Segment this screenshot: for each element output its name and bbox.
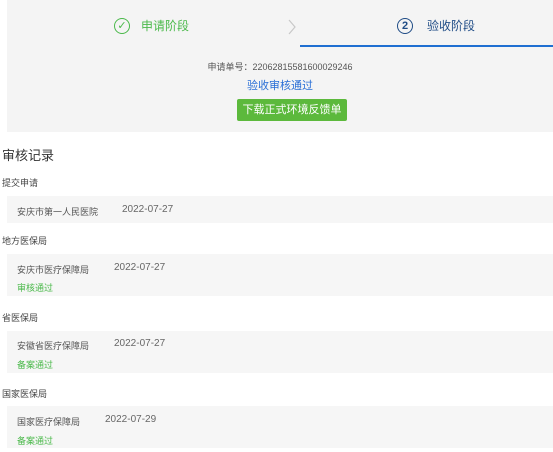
record-result: 审核通过 — [17, 283, 54, 293]
record-org: 安庆市第一人民医院 — [17, 207, 99, 217]
step-acceptance: 2 验收阶段 — [300, 8, 553, 47]
stage-heading: 提交申请 — [2, 178, 39, 188]
step-apply: ✓ 申请阶段 — [17, 8, 292, 47]
step-acceptance-label: 验收阶段 — [427, 19, 476, 33]
chevron-right-icon — [288, 19, 296, 35]
record-card: 安庆市医疗保障局 2022-07-27 审核通过 — [7, 254, 553, 296]
download-feedback-button[interactable]: 下载正式环境反馈单 — [237, 99, 347, 121]
record-card: 安庆市第一人民医院 2022-07-27 — [7, 196, 553, 223]
record-result: 备案通过 — [17, 360, 54, 370]
record-result: 备案通过 — [17, 436, 54, 446]
stage-heading: 国家医保局 — [2, 389, 48, 399]
step-number-icon: 2 — [397, 18, 413, 34]
record-date: 2022-07-27 — [114, 338, 166, 349]
record-org: 安庆市医疗保障局 — [17, 265, 90, 275]
record-date: 2022-07-29 — [105, 414, 157, 425]
record-card: 安徽省医疗保障局 2022-07-27 备案通过 — [7, 331, 553, 373]
record-org: 国家医疗保障局 — [17, 417, 81, 427]
check-icon: ✓ — [114, 18, 130, 34]
progress-panel: ✓ 申请阶段 2 验收阶段 申请单号：22062815581600029246 … — [7, 0, 553, 132]
section-title: 审核记录 — [2, 148, 55, 163]
stage-heading: 省医保局 — [2, 313, 39, 323]
record-card: 国家医疗保障局 2022-07-29 备案通过 — [7, 406, 553, 448]
status-text: 验收审核通过 — [247, 80, 313, 92]
order-number: 申请单号：22062815581600029246 — [207, 62, 353, 72]
step-apply-label: 申请阶段 — [141, 19, 190, 33]
record-date: 2022-07-27 — [114, 262, 166, 273]
record-org: 安徽省医疗保障局 — [17, 341, 90, 351]
record-date: 2022-07-27 — [122, 204, 174, 215]
stage-heading: 地方医保局 — [2, 236, 48, 246]
step-bar: ✓ 申请阶段 2 验收阶段 — [17, 8, 553, 47]
